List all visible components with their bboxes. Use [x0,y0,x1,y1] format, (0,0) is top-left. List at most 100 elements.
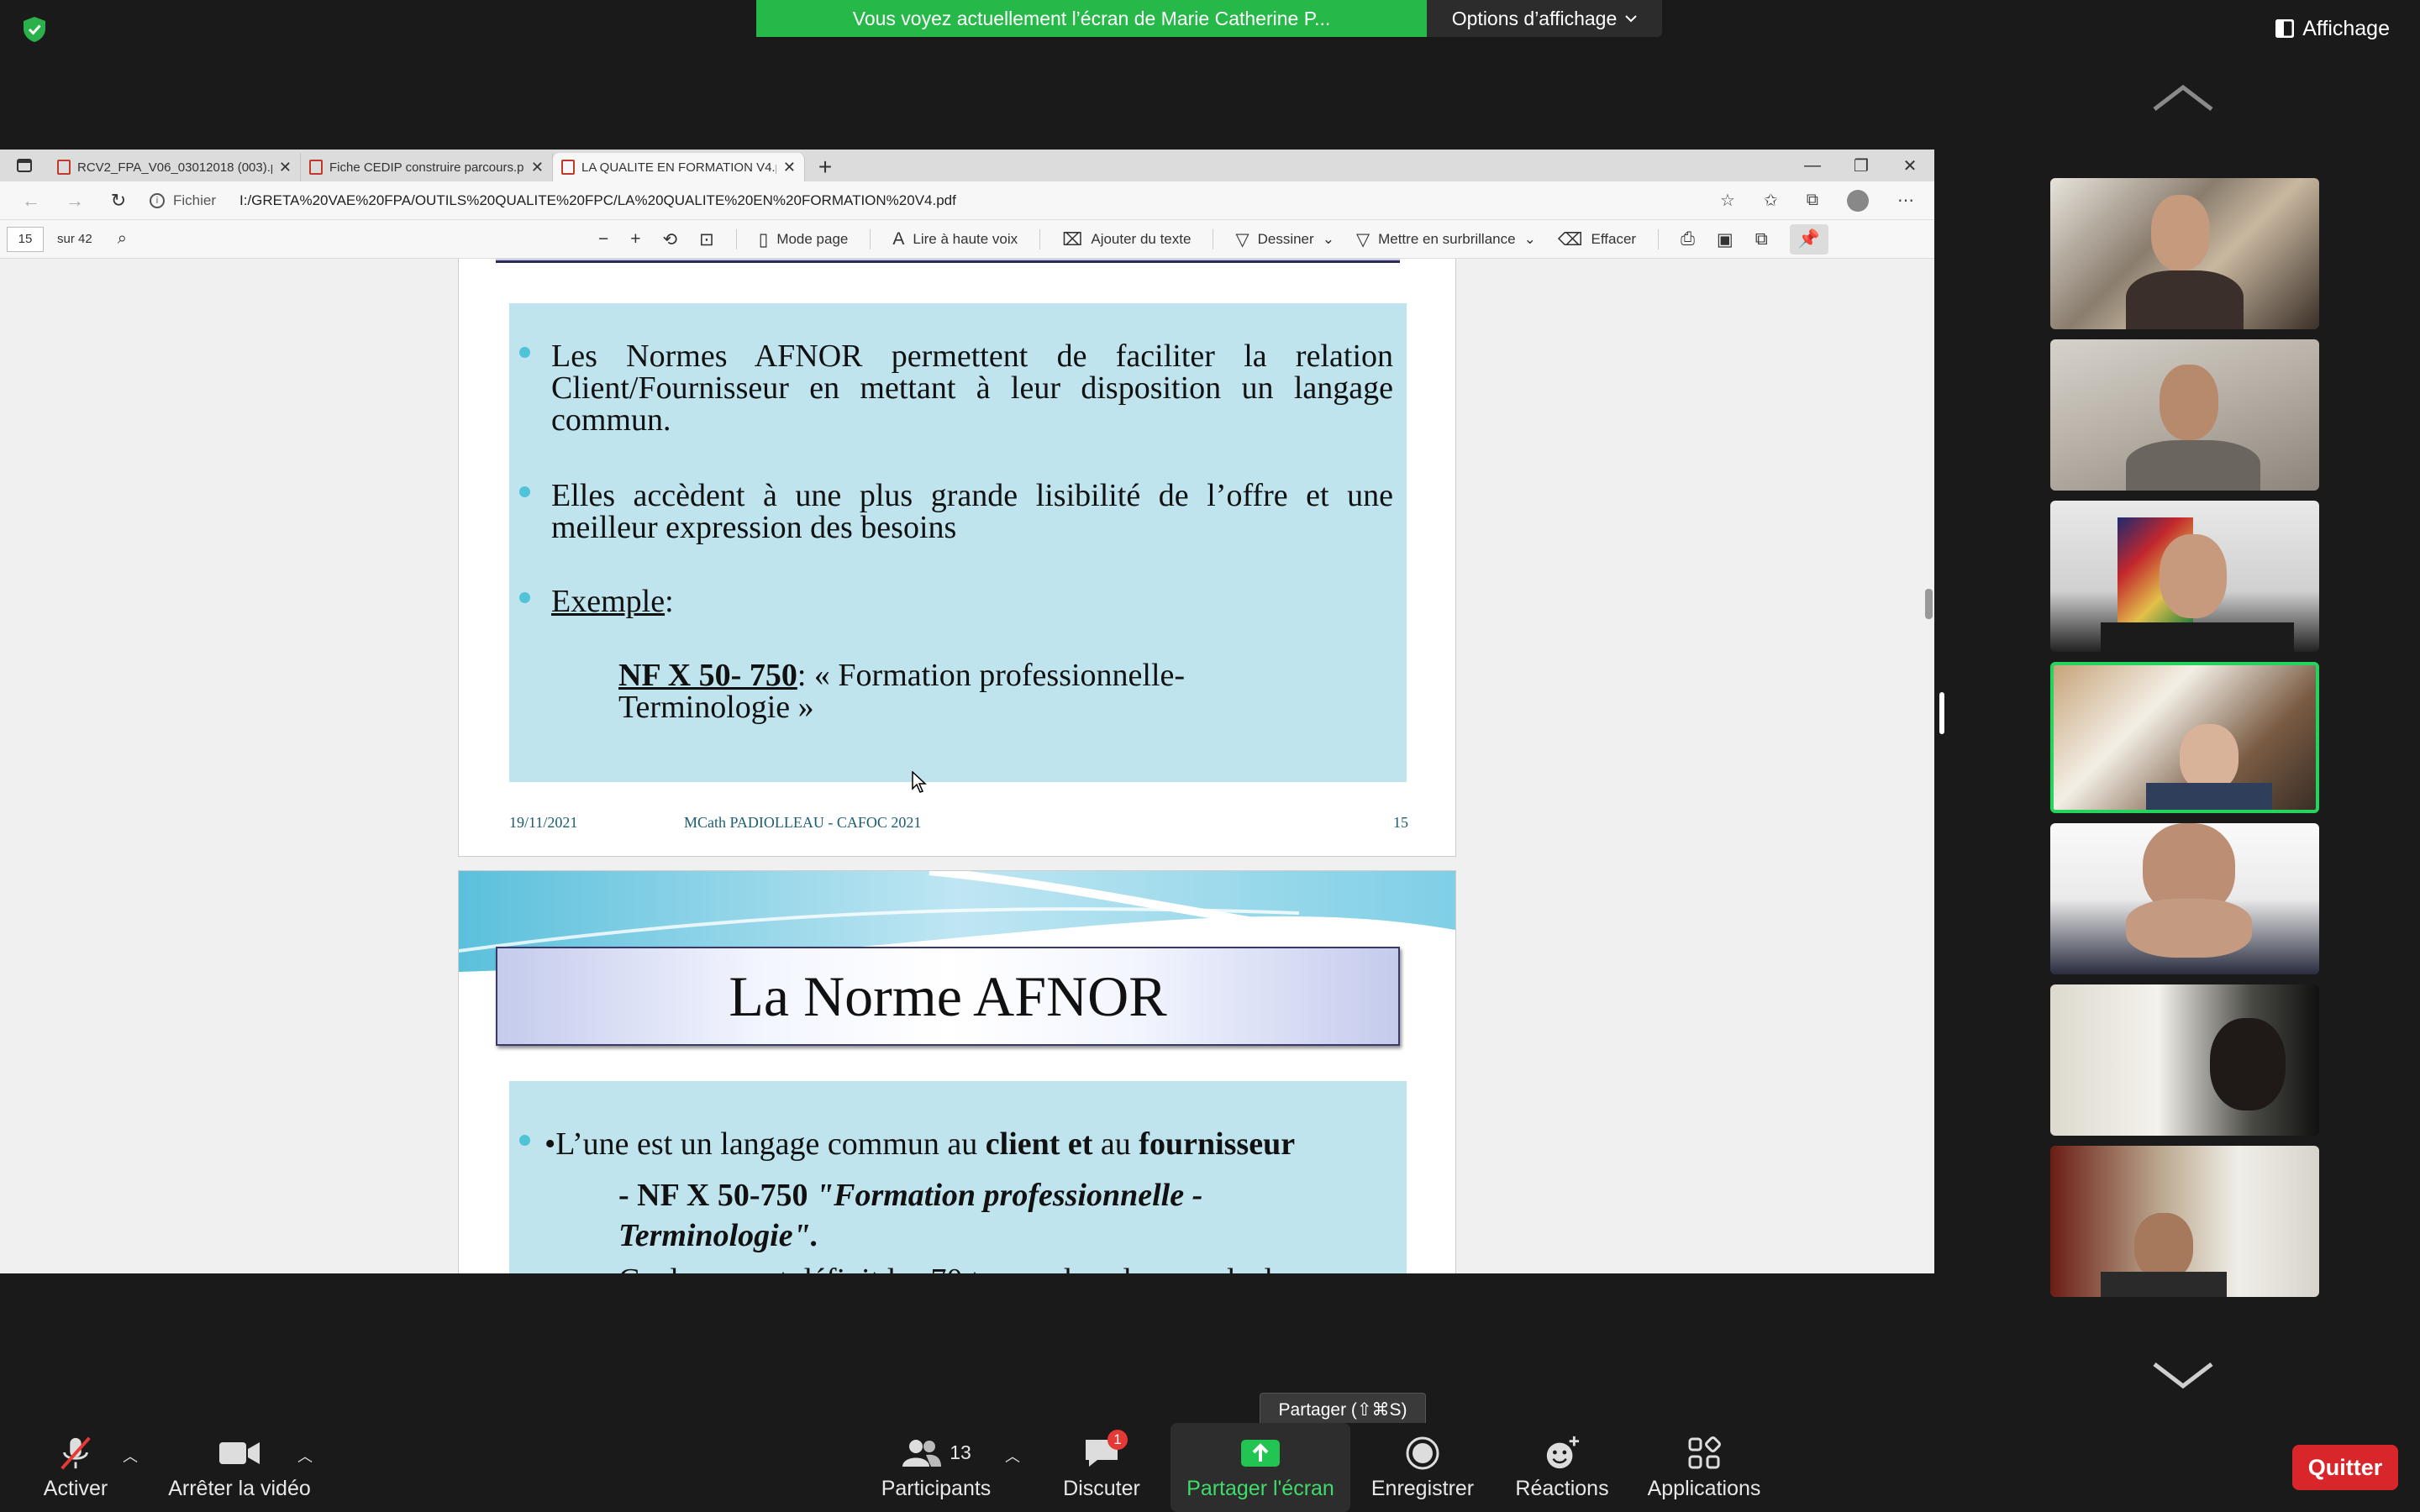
pdf-viewer[interactable]: Les Normes AFNOR permettent de faciliter… [0,259,1923,1273]
add-text-button[interactable]: ⌧ Ajouter du texte [1062,229,1191,250]
tab-qualite-formation[interactable]: LA QUALITE EN FORMATION V4.pdf ✕ [553,153,805,181]
view-layout-button[interactable]: Affichage [2275,13,2390,44]
print-icon[interactable]: ⎙ [1681,229,1695,249]
zoom-in-icon[interactable]: + [630,229,640,249]
favorites-icon[interactable]: ✩ [1764,190,1778,211]
close-tab-icon[interactable]: ✕ [279,159,292,176]
restore-icon[interactable]: ❐ [1837,155,1886,176]
view-options-button[interactable]: Options d’affichage [1427,0,1662,37]
new-tab-button[interactable]: + [805,153,845,181]
scrollbar-thumb[interactable] [1925,589,1933,619]
shared-browser-window: RCV2_FPA_V06_03012018 (003).pdf ✕ Fiche … [0,150,1934,1273]
people-icon [902,1439,942,1467]
site-info-button[interactable]: i Fichier [150,192,216,209]
participant-video-tile[interactable] [2050,1146,2319,1297]
address-bar: ← → ↻ i Fichier I:/GRETA%20VAE%20FPA/OUT… [0,181,1934,220]
highlight-button[interactable]: ▽ Mettre en surbrillance ⌄ [1356,229,1536,250]
slide-title-box: La Norme AFNOR [496,947,1400,1046]
microphone-muted-icon [60,1436,91,1469]
leave-meeting-button[interactable]: Quitter [2292,1445,2398,1490]
minimize-icon[interactable]: — [1788,156,1837,176]
participants-button[interactable]: 13 Participants [877,1423,995,1512]
save-icon[interactable]: ▣ [1717,229,1733,250]
close-tab-icon[interactable]: ✕ [783,159,796,176]
page-mode-button[interactable]: ▯ Mode page [759,229,849,250]
bullet-prefix: •L’une est un langage commun au [544,1126,986,1162]
site-info-label: Fichier [173,192,217,208]
address-bar-actions: ☆ ✩ ⧉ ⋯ [1720,189,1934,212]
participant-face [2160,534,2227,618]
chat-button[interactable]: 1 Discuter [1054,1423,1150,1512]
participants-count: 13 [950,1441,971,1463]
chevron-down-icon[interactable]: ⌄ [1524,231,1536,248]
profile-avatar[interactable] [1847,189,1869,212]
zoom-out-icon[interactable]: − [598,229,608,249]
participant-face [2180,724,2238,791]
add-favorite-icon[interactable]: ☆ [1720,190,1735,211]
rotate-icon[interactable]: ⟲ [663,229,678,250]
participant-video-tile[interactable] [2050,501,2319,652]
url-field[interactable]: I:/GRETA%20VAE%20FPA/OUTILS%20QUALITE%20… [239,192,956,209]
slide-footer-author: MCath PADIOLLEAU - CAFOC 2021 [684,814,922,831]
pdf-file-icon [561,160,575,175]
bullet-text: •L’une est un langage commun au client e… [544,1128,1402,1160]
vertical-scrollbar[interactable] [1923,259,1934,1273]
apps-button[interactable]: Applications [1639,1423,1770,1512]
video-camera-icon [219,1441,260,1464]
erase-button[interactable]: ⌫ Effacer [1558,229,1636,250]
bullet-text: Les Normes AFNOR permettent de faciliter… [551,339,1393,438]
tab-actions-button[interactable] [0,150,49,181]
participant-body [2101,1272,2227,1297]
back-arrow-icon[interactable]: ← [18,190,44,212]
record-button[interactable]: Enregistrer [1370,1423,1476,1512]
slide-content-box: Les Normes AFNOR permettent de faciliter… [509,303,1407,782]
video-options-chevron-icon[interactable]: ︿ [297,1445,313,1467]
participant-video-tile[interactable] [2050,339,2319,491]
draw-label: Dessiner [1257,231,1314,247]
slide-bullet: •L’une est un langage commun au client e… [519,1128,1402,1160]
close-tab-icon[interactable]: ✕ [531,159,544,176]
bullet-bold-client: client et [985,1126,1093,1162]
collections-icon[interactable]: ⧉ [1807,191,1818,210]
page-mode-label: Mode page [776,231,849,247]
tab-fiche-cedip[interactable]: Fiche CEDIP construire parcours.pdf ✕ [301,153,553,181]
refresh-icon[interactable]: ↻ [106,190,131,212]
page-number-input[interactable]: 15 [7,226,44,252]
panel-resize-handle[interactable] [1939,692,1944,734]
fit-page-icon[interactable]: ⊡ [699,229,714,250]
toolbar-divider [1039,229,1041,249]
participant-video-tile[interactable] [2050,178,2319,329]
slide-footer-page: 15 [1393,814,1408,831]
pin-toolbar-icon[interactable]: 📌 [1789,224,1828,255]
read-aloud-button[interactable]: A Lire à haute voix [892,229,1018,249]
slide-bullet: Les Normes AFNOR permettent de faciliter… [519,340,1393,436]
save-as-icon[interactable]: ⧉ [1755,229,1768,249]
close-window-icon[interactable]: ✕ [1886,155,1934,176]
unmute-button[interactable]: Activer [34,1423,118,1512]
share-screen-button[interactable]: Partager l'écran [1171,1423,1350,1512]
forward-arrow-icon[interactable]: → [62,190,87,212]
chevron-down-icon[interactable]: ⌄ [1323,231,1334,248]
search-icon[interactable]: ⌕ [118,229,127,249]
shield-check-icon[interactable] [20,15,49,44]
scroll-down-chevron-icon[interactable] [2151,1359,2215,1393]
stop-video-button[interactable]: Arrêter la vidéo [165,1423,314,1512]
audio-options-chevron-icon[interactable]: ︿ [123,1445,138,1467]
participants-options-chevron-icon[interactable]: ︿ [1005,1445,1020,1467]
example-line: Exemple: [551,585,1393,617]
tab-rcv2[interactable]: RCV2_FPA_V06_03012018 (003).pdf ✕ [49,153,301,181]
participant-face [2210,1018,2286,1110]
draw-button[interactable]: ▽ Dessiner ⌄ [1235,229,1334,250]
record-icon [1406,1436,1439,1469]
add-text-icon: ⌧ [1062,229,1083,249]
scroll-up-chevron-icon[interactable] [2151,81,2215,114]
reactions-button[interactable]: Réactions [1509,1423,1615,1512]
active-speaker-video-tile[interactable] [2050,662,2319,813]
toolbar-divider [735,229,737,249]
participant-video-tile[interactable] [2050,823,2319,974]
bullet-dot [519,347,530,358]
bullet-text: Elles accèdent à une plus grande lisibil… [551,478,1393,545]
more-menu-icon[interactable]: ⋯ [1897,190,1914,211]
toolbar-divider [1658,229,1660,249]
participant-video-tile[interactable] [2050,984,2319,1136]
